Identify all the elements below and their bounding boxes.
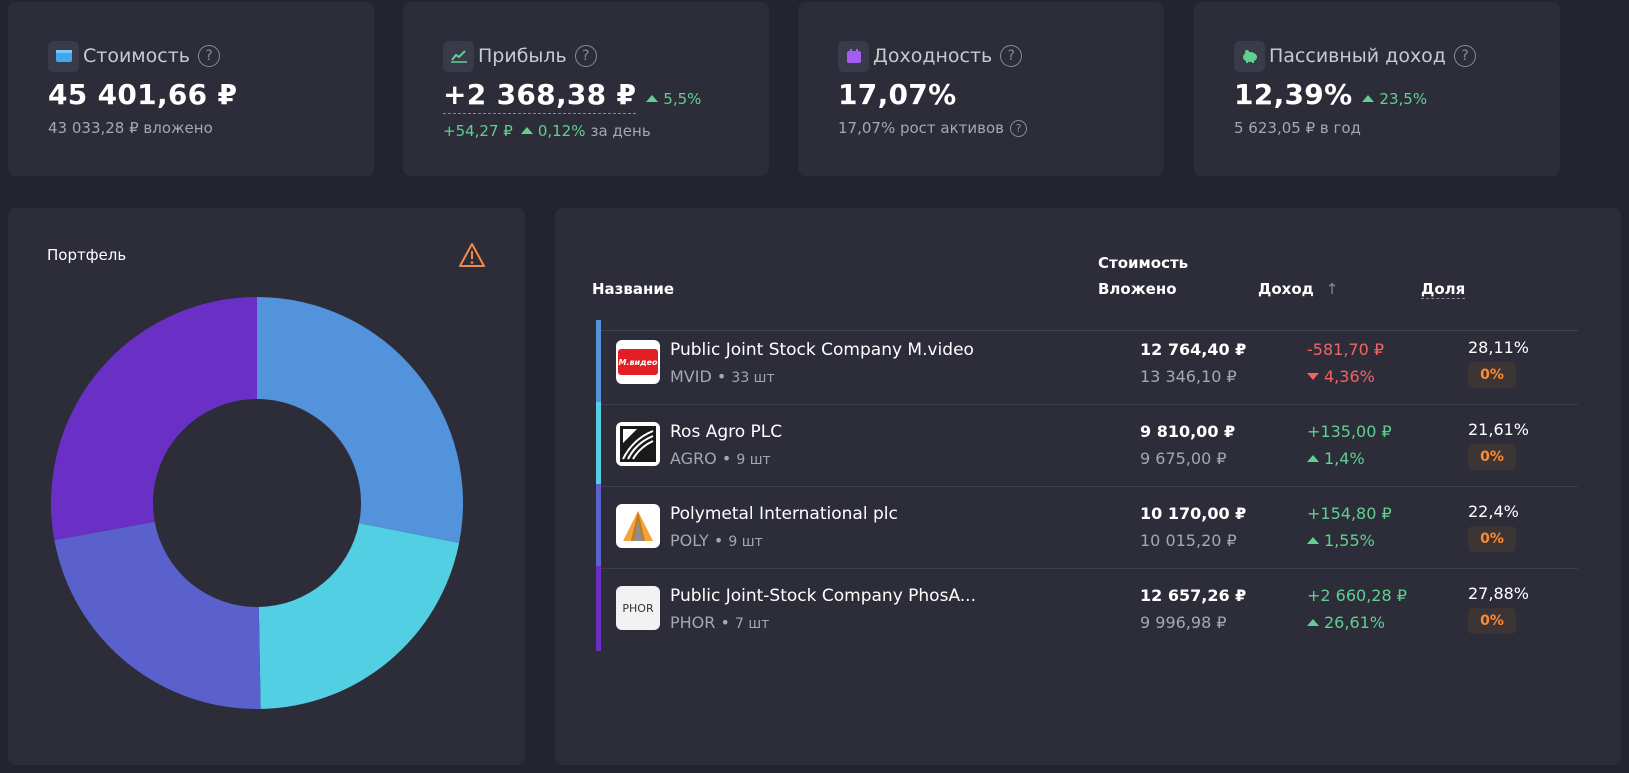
arrow-up-icon (1362, 95, 1375, 102)
asset-value: 9 810,00 ₽ (1140, 422, 1236, 441)
help-icon[interactable]: ? (197, 45, 220, 67)
portfolio-card: Портфель (8, 208, 525, 765)
asset-value: 12 657,26 ₽ (1140, 586, 1247, 605)
asset-value: 10 170,00 ₽ (1140, 504, 1247, 523)
stat-delta: 23,5% (1362, 90, 1427, 108)
row-color-bar (596, 320, 601, 404)
stat-value: 17,07% (838, 78, 957, 111)
wallet-icon (48, 40, 79, 72)
day-change-value: +54,27 ₽ (443, 122, 513, 140)
holdings-card: Название Стоимость Вложено Доход ↑ Доля М… (555, 208, 1621, 765)
warning-icon[interactable] (458, 242, 486, 268)
share-change-badge: 0% (1468, 526, 1516, 552)
asset-share: 27,88% (1468, 584, 1530, 603)
help-icon[interactable]: ? (1453, 45, 1476, 67)
arrow-up-icon (1307, 619, 1319, 626)
phosagro-logo: PHOR (616, 586, 660, 630)
asset-income-pct: 26,61% (1307, 613, 1385, 632)
help-icon[interactable]: ? (574, 45, 597, 67)
share-change-badge: 0% (1468, 444, 1516, 470)
asset-share: 28,11% (1468, 338, 1530, 357)
asset-income-pct: 1,4% (1307, 449, 1365, 468)
row-color-bar (596, 484, 601, 568)
stat-label: Прибыль (478, 45, 567, 67)
arrow-up-icon (520, 127, 533, 134)
chart-icon (443, 40, 474, 72)
stat-value: 12,39% (1234, 78, 1353, 111)
help-icon[interactable]: ? (1010, 119, 1028, 137)
portfolio-title: Портфель (47, 246, 127, 264)
stat-label: Доходность (873, 45, 993, 67)
column-header-income[interactable]: Доход ↑ (1258, 276, 1338, 302)
help-icon[interactable]: ? (1000, 45, 1023, 67)
asset-invested: 13 346,10 ₽ (1140, 367, 1237, 386)
piggy-bank-icon (1234, 40, 1265, 72)
row-color-bar (596, 566, 601, 651)
asset-income: +2 660,28 ₽ (1307, 586, 1407, 605)
stat-sub: 5 623,05 ₽ в год (1234, 119, 1361, 137)
day-label: за день (590, 122, 651, 140)
asset-income-pct: 1,55% (1307, 531, 1375, 550)
share-change-badge: 0% (1468, 362, 1516, 388)
stat-delta: 5,5% (646, 90, 701, 108)
asset-share: 22,4% (1468, 502, 1519, 521)
donut-slice-agro[interactable] (258, 523, 460, 709)
stat-value[interactable]: +2 368,38 ₽ (443, 78, 637, 114)
arrow-down-icon (1307, 373, 1319, 380)
stat-card-passive-income: Пассивный доход ? 12,39% 23,5% 5 623,05 … (1194, 2, 1560, 176)
asset-name[interactable]: Public Joint-Stock Company PhosA... (670, 586, 976, 606)
stat-value: 45 401,66 ₽ (48, 78, 238, 111)
asset-meta: AGRO • 9 шт (670, 449, 771, 468)
stat-card-value: Стоимость ? 45 401,66 ₽ 43 033,28 ₽ влож… (8, 2, 374, 176)
table-row[interactable]: PHOR Public Joint-Stock Company PhosA...… (596, 566, 1578, 651)
asset-meta: MVID • 33 шт (670, 367, 775, 386)
asset-name[interactable]: Ros Agro PLC (670, 422, 782, 442)
asset-value: 12 764,40 ₽ (1140, 340, 1247, 359)
donut-slice-phor[interactable] (50, 297, 258, 541)
asset-name[interactable]: Polymetal International plc (670, 504, 898, 524)
asset-meta: PHOR • 7 шт (670, 613, 770, 632)
sort-arrow-up-icon[interactable]: ↑ (1326, 276, 1339, 302)
row-color-bar (596, 402, 601, 486)
asset-income: +154,80 ₽ (1307, 504, 1392, 523)
asset-meta: POLY • 9 шт (670, 531, 763, 550)
stat-card-yield: Доходность ? 17,07% 17,07% рост активов … (798, 2, 1164, 176)
column-header-value[interactable]: Стоимость (1098, 250, 1188, 276)
asset-income-pct: 4,36% (1307, 367, 1375, 386)
arrow-up-icon (1307, 537, 1319, 544)
column-header-share[interactable]: Доля (1421, 276, 1466, 302)
asset-income: -581,70 ₽ (1307, 340, 1385, 359)
day-change-pct: 0,12% (520, 122, 585, 140)
asset-invested: 10 015,20 ₽ (1140, 531, 1237, 550)
asset-share: 21,61% (1468, 420, 1530, 439)
donut-slice-poly[interactable] (54, 521, 261, 709)
polymetal-logo (616, 504, 660, 548)
asset-name[interactable]: Public Joint Stock Company M.video (670, 340, 974, 360)
share-change-badge: 0% (1468, 608, 1516, 634)
asset-invested: 9 675,00 ₽ (1140, 449, 1227, 468)
stat-sub: 43 033,28 ₽ вложено (48, 119, 213, 137)
table-row[interactable]: М.видео Public Joint Stock Company M.vid… (596, 320, 1578, 405)
asset-invested: 9 996,98 ₽ (1140, 613, 1227, 632)
table-row[interactable]: Polymetal International plc POLY • 9 шт … (596, 484, 1578, 569)
calendar-icon (838, 40, 869, 72)
table-row[interactable]: Ros Agro PLC AGRO • 9 шт 9 810,00 ₽ 9 67… (596, 402, 1578, 487)
column-header-invested[interactable]: Вложено (1098, 276, 1177, 302)
stat-card-profit: Прибыль ? +2 368,38 ₽ 5,5% +54,27 ₽ 0,12… (403, 2, 769, 176)
mvideo-logo: М.видео (616, 340, 660, 384)
stat-label: Стоимость (83, 45, 190, 67)
stat-label: Пассивный доход (1269, 45, 1446, 67)
asset-income: +135,00 ₽ (1307, 422, 1392, 441)
stat-sub: 17,07% рост активов (838, 119, 1005, 137)
arrow-up-icon (646, 95, 659, 102)
column-header-name[interactable]: Название (592, 276, 674, 302)
rosagro-logo (616, 422, 660, 466)
portfolio-donut-chart[interactable] (50, 296, 464, 710)
donut-slice-mvid[interactable] (257, 297, 464, 543)
arrow-up-icon (1307, 455, 1319, 462)
